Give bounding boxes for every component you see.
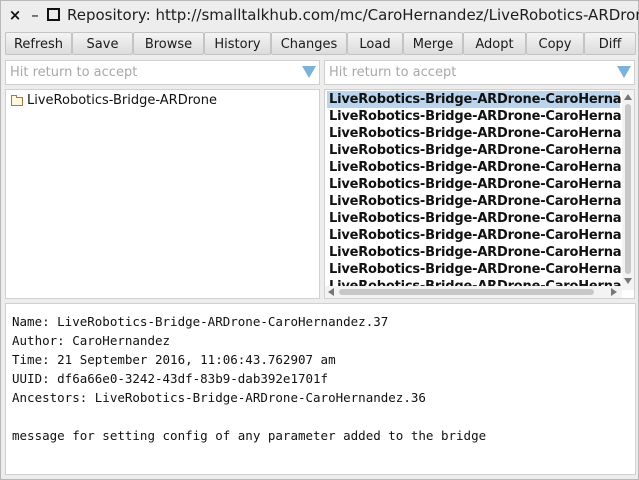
version-filter-input[interactable] — [327, 62, 617, 83]
version-filter[interactable] — [324, 60, 635, 85]
horizontal-scrollbar[interactable] — [325, 286, 622, 298]
package-list: LiveRobotics-Bridge-ARDrone — [5, 89, 320, 299]
chevron-down-icon — [617, 66, 631, 78]
minimize-icon[interactable]: – — [27, 6, 43, 24]
version-item-selected[interactable]: LiveRobotics-Bridge-ARDrone-CaroHernande… — [327, 91, 634, 108]
package-filter[interactable] — [5, 60, 320, 85]
changes-button[interactable]: Changes — [271, 32, 347, 55]
version-item[interactable]: LiveRobotics-Bridge-ARDrone-CaroHernande… — [327, 210, 634, 227]
refresh-button[interactable]: Refresh — [5, 32, 72, 55]
detail-author: Author: CaroHernandez — [12, 333, 171, 348]
version-details[interactable]: Name: LiveRobotics-Bridge-ARDrone-CaroHe… — [5, 303, 636, 475]
package-filter-input[interactable] — [8, 62, 302, 83]
package-filter-dropdown[interactable] — [299, 61, 319, 84]
save-button[interactable]: Save — [72, 32, 133, 55]
version-item[interactable]: LiveRobotics-Bridge-ARDrone-CaroHernande… — [327, 176, 634, 193]
repository-window: × – Repository: http://smalltalkhub.com/… — [0, 0, 639, 480]
version-item[interactable]: LiveRobotics-Bridge-ARDrone-CaroHernande… — [327, 193, 634, 210]
load-button[interactable]: Load — [347, 32, 403, 55]
scroll-right-icon[interactable] — [611, 288, 617, 296]
list-item[interactable]: LiveRobotics-Bridge-ARDrone — [11, 92, 217, 110]
version-item[interactable]: LiveRobotics-Bridge-ARDrone-CaroHernande… — [327, 244, 634, 261]
version-item[interactable]: LiveRobotics-Bridge-ARDrone-CaroHernande… — [327, 108, 634, 125]
horizontal-scroll-thumb[interactable] — [339, 289, 594, 295]
folder-icon — [11, 95, 24, 106]
window-title: Repository: http://smalltalkhub.com/mc/C… — [67, 6, 639, 24]
scroll-down-icon[interactable] — [624, 278, 632, 284]
version-list: LiveRobotics-Bridge-ARDrone-CaroHernande… — [324, 89, 635, 299]
detail-message: message for setting config of any parame… — [12, 428, 487, 443]
toolbar: Refresh Save Browse History Changes Load… — [5, 32, 636, 56]
detail-ancestors: Ancestors: LiveRobotics-Bridge-ARDrone-C… — [12, 390, 426, 405]
version-filter-dropdown[interactable] — [614, 61, 634, 84]
version-item[interactable]: LiveRobotics-Bridge-ARDrone-CaroHernande… — [327, 261, 634, 278]
copy-button[interactable]: Copy — [526, 32, 584, 55]
version-item[interactable]: LiveRobotics-Bridge-ARDrone-CaroHernande… — [327, 125, 634, 142]
chevron-down-icon — [302, 66, 316, 78]
version-item[interactable]: LiveRobotics-Bridge-ARDrone-CaroHernande… — [327, 159, 634, 176]
detail-uuid: UUID: df6a66e0-3242-43df-83b9-dab392e170… — [12, 371, 329, 386]
maximize-square — [46, 8, 60, 21]
maximize-icon[interactable] — [45, 6, 61, 24]
scroll-left-icon[interactable] — [328, 288, 334, 296]
title-bar[interactable]: × – Repository: http://smalltalkhub.com/… — [1, 1, 639, 29]
adopt-button[interactable]: Adopt — [463, 32, 526, 55]
detail-time: Time: 21 September 2016, 11:06:43.762907… — [12, 352, 336, 367]
scroll-up-icon[interactable] — [624, 94, 632, 100]
vertical-scroll-thumb[interactable] — [625, 104, 631, 274]
close-icon[interactable]: × — [7, 6, 23, 24]
version-items: LiveRobotics-Bridge-ARDrone-CaroHernande… — [327, 91, 634, 295]
version-item[interactable]: LiveRobotics-Bridge-ARDrone-CaroHernande… — [327, 142, 634, 159]
vertical-scrollbar[interactable] — [622, 90, 634, 290]
merge-button[interactable]: Merge — [403, 32, 463, 55]
package-name: LiveRobotics-Bridge-ARDrone — [27, 93, 217, 108]
browse-button[interactable]: Browse — [133, 32, 204, 55]
version-item[interactable]: LiveRobotics-Bridge-ARDrone-CaroHernande… — [327, 227, 634, 244]
diff-button[interactable]: Diff — [584, 32, 636, 55]
history-button[interactable]: History — [204, 32, 271, 55]
detail-name: Name: LiveRobotics-Bridge-ARDrone-CaroHe… — [12, 314, 389, 329]
